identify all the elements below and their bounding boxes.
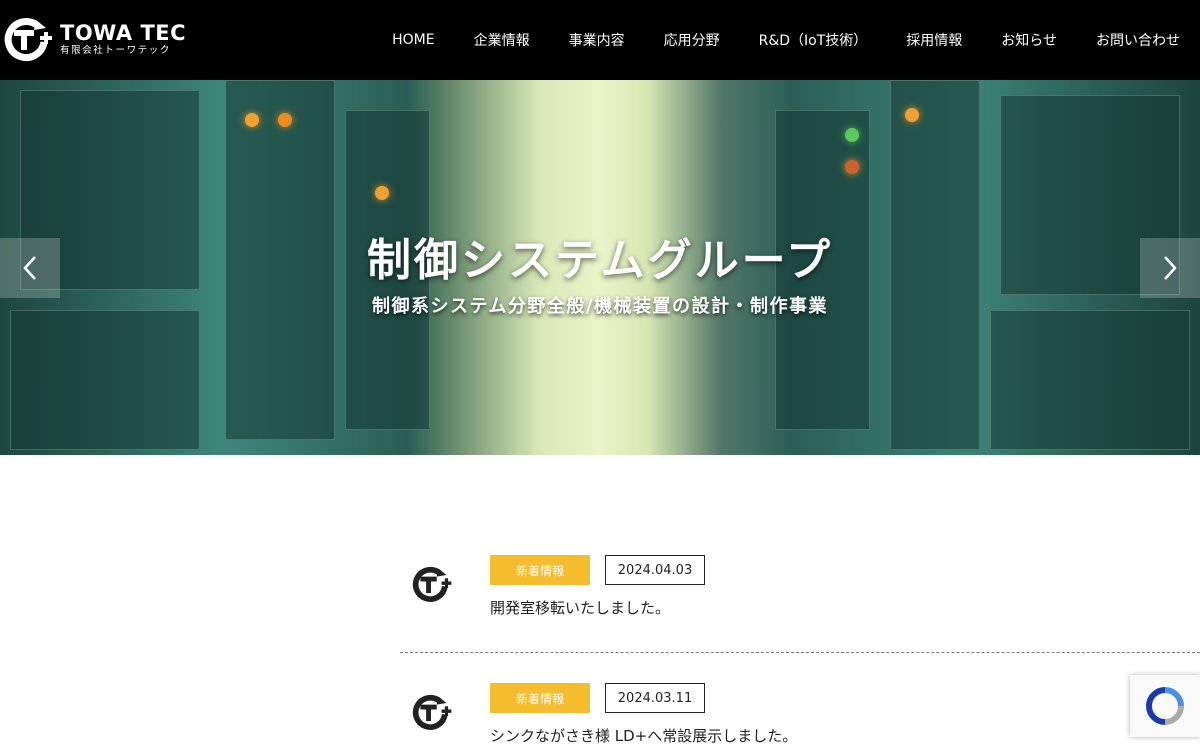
hero-lamp: [278, 113, 292, 127]
nav-item-recruit[interactable]: 採用情報: [906, 30, 962, 50]
news-date: 2024.04.03: [605, 555, 705, 585]
main-nav: HOME 企業情報 事業内容 応用分野 R&D（IoT技術） 採用情報 お知らせ…: [353, 0, 1180, 80]
news-divider: [400, 652, 1200, 653]
news-title-link[interactable]: 開発室移転いたしました。: [490, 597, 670, 618]
news-item: 新着情報 2024.04.03 開発室移転いたしました。: [400, 555, 1200, 635]
chevron-left-icon: [23, 256, 36, 280]
nav-item-company[interactable]: 企業情報: [474, 30, 530, 50]
brand-name: TOWA TEC: [60, 20, 187, 45]
towatec-logo-icon: [412, 566, 452, 602]
slider-next-button[interactable]: [1140, 238, 1200, 298]
towatec-logo-icon: [4, 18, 52, 62]
recaptcha-badge[interactable]: [1130, 675, 1200, 737]
news-title-link[interactable]: シンクながさき様 LD+へ常設展示しました。: [490, 725, 797, 746]
hero-lamp: [845, 128, 859, 142]
hero-panel: [990, 310, 1190, 450]
slider-prev-button[interactable]: [0, 238, 60, 298]
news-tag: 新着情報: [490, 555, 590, 585]
news-item: 新着情報 2024.03.11 シンクながさき様 LD+へ常設展示しました。: [400, 683, 1200, 750]
hero-lamp: [905, 108, 919, 122]
hero-lamp: [375, 186, 389, 200]
brand-subtitle: 有限会社トーワテック: [60, 44, 172, 56]
hero-panel: [10, 310, 200, 450]
chevron-right-icon: [1164, 256, 1177, 280]
hero-subtitle: 制御系システム分野全般/機械装置の設計・制作事業: [371, 296, 829, 317]
nav-item-business[interactable]: 事業内容: [569, 30, 625, 50]
recaptcha-icon: [1145, 687, 1184, 725]
hero-lamp: [845, 160, 859, 174]
news-tag: 新着情報: [490, 683, 590, 713]
site-header: TOWA TEC 有限会社トーワテック HOME 企業情報 事業内容 応用分野 …: [0, 0, 1200, 80]
towatec-logo-icon: [412, 694, 452, 730]
news-date: 2024.03.11: [605, 683, 705, 713]
hero-lamp: [245, 113, 259, 127]
nav-item-home[interactable]: HOME: [392, 32, 434, 48]
hero-title: 制御システムグループ: [366, 235, 834, 286]
nav-item-applications[interactable]: 応用分野: [664, 30, 720, 50]
nav-item-news[interactable]: お知らせ: [1001, 30, 1057, 50]
brand-logo-link[interactable]: TOWA TEC 有限会社トーワテック: [0, 16, 186, 62]
nav-item-contact[interactable]: お問い合わせ: [1096, 30, 1180, 50]
nav-item-rnd[interactable]: R&D（IoT技術）: [759, 30, 868, 50]
hero-slider: 制御システムグループ 制御系システム分野全般/機械装置の設計・制作事業: [0, 80, 1200, 455]
